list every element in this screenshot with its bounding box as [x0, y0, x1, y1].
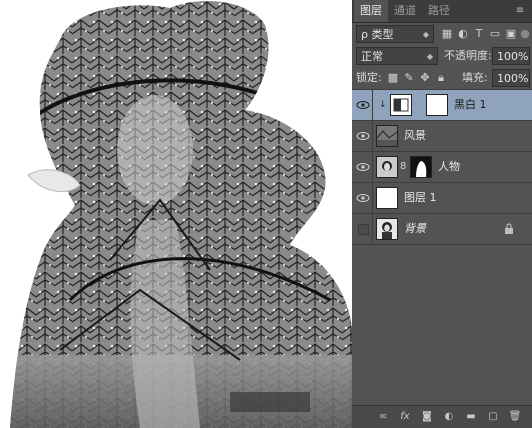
layer-name[interactable]: 图层 1: [404, 183, 437, 213]
layer-thumbnail[interactable]: [376, 125, 398, 147]
lock-transparent-icon[interactable]: ▩: [386, 71, 400, 85]
delete-layer-icon[interactable]: 🗑︎: [508, 410, 522, 424]
lock-icon: [504, 223, 514, 235]
layer-mask-thumbnail[interactable]: [410, 156, 432, 178]
layer-thumbnail[interactable]: [376, 156, 398, 178]
layer-mask-thumbnail[interactable]: [426, 94, 448, 116]
layer-name[interactable]: 人物: [438, 152, 460, 182]
blend-row: 正常 ◆ 不透明度: 100%: [352, 45, 532, 67]
panel-menu-icon[interactable]: ≡: [514, 5, 526, 17]
visibility-eye-icon[interactable]: [356, 160, 370, 174]
layer-name[interactable]: 背景: [404, 214, 426, 244]
layer-row-layer1[interactable]: 图层 1: [352, 183, 532, 214]
blend-mode-value: 正常: [361, 50, 383, 63]
layer-divider: [372, 183, 373, 214]
adjustment-filter-icon[interactable]: ◐: [456, 27, 470, 41]
document-canvas[interactable]: [0, 0, 352, 428]
pixel-filter-icon[interactable]: ▦: [440, 27, 454, 41]
lock-pixels-icon[interactable]: ✎: [402, 71, 416, 85]
visibility-eye-icon[interactable]: [356, 129, 370, 143]
layer-divider: [372, 214, 373, 245]
type-filter-icon[interactable]: T: [472, 27, 486, 41]
layer-row-landscape[interactable]: 风景: [352, 121, 532, 152]
lock-row: 锁定: ▩ ✎ ✥ 🔒︎ 填充: 100%: [352, 67, 532, 89]
new-layer-icon[interactable]: ▢: [486, 410, 500, 424]
panel-tab-bar: 图层 通道 路径 ≡: [352, 0, 532, 23]
filter-toggle-icon[interactable]: ●: [518, 27, 532, 41]
adjustment-layer-icon[interactable]: ◐: [442, 410, 456, 424]
visibility-eye-icon[interactable]: [356, 191, 370, 205]
layer-list: ↓ 黑白 1 风景 8 人物 图层 1 背景: [352, 89, 532, 250]
layer-row-background[interactable]: 背景: [352, 214, 532, 245]
link-layers-icon[interactable]: ∞: [376, 410, 390, 424]
layer-divider: [372, 152, 373, 183]
fill-value: 100%: [497, 72, 529, 85]
lock-label: 锁定:: [356, 71, 382, 84]
opacity-value: 100%: [497, 50, 529, 63]
filter-type-dropdown[interactable]: ρ 类型 ◆: [356, 25, 434, 43]
fill-label: 填充:: [462, 71, 488, 84]
shape-filter-icon[interactable]: ▭: [488, 27, 502, 41]
silhouette-group: [10, 1, 352, 428]
tab-layers[interactable]: 图层: [354, 0, 388, 22]
lock-position-icon[interactable]: ✥: [418, 71, 432, 85]
layer-divider: [372, 90, 373, 121]
layer-thumbnail[interactable]: [376, 187, 398, 209]
layer-name[interactable]: 黑白 1: [454, 90, 487, 120]
filter-type-label: ρ 类型: [361, 28, 394, 41]
adjustment-thumbnail[interactable]: [390, 94, 412, 116]
layer-row-black-white[interactable]: ↓ 黑白 1: [352, 90, 532, 121]
opacity-field[interactable]: 100%: [492, 47, 530, 65]
tab-channels[interactable]: 通道: [388, 0, 422, 22]
layer-thumbnail[interactable]: [376, 218, 398, 240]
fx-icon[interactable]: fx: [398, 410, 412, 424]
new-group-icon[interactable]: ▬: [464, 410, 478, 424]
blend-mode-dropdown[interactable]: 正常 ◆: [356, 47, 438, 65]
smart-object-filter-icon[interactable]: ▣: [504, 27, 518, 41]
chevron-down-icon: ◆: [426, 52, 433, 61]
add-mask-icon[interactable]: ◙: [420, 410, 434, 424]
layers-panel-footer: ∞ fx ◙ ◐ ▬ ▢ 🗑︎: [352, 405, 532, 428]
opacity-label: 不透明度:: [444, 49, 492, 62]
layer-name[interactable]: 风景: [404, 121, 426, 151]
filter-row: ρ 类型 ◆ ▦ ◐ T ▭ ▣ ●: [352, 23, 532, 45]
visibility-checkbox[interactable]: [358, 224, 369, 235]
clip-indicator-icon: ↓: [379, 100, 387, 110]
layers-panel: 图层 通道 路径 ≡ ρ 类型 ◆ ▦ ◐ T ▭ ▣ ● 正常 ◆ 不透明度:…: [352, 0, 532, 428]
layer-row-person[interactable]: 8 人物: [352, 152, 532, 183]
link-chain-icon[interactable]: 8: [400, 161, 406, 172]
layer-divider: [372, 121, 373, 152]
chevron-down-icon: ◆: [422, 30, 429, 39]
visibility-eye-icon[interactable]: [356, 98, 370, 112]
fill-field[interactable]: 100%: [492, 69, 530, 87]
tab-paths[interactable]: 路径: [422, 0, 456, 22]
lock-all-icon[interactable]: 🔒︎: [434, 71, 448, 85]
double-exposure-artwork: [10, 1, 352, 428]
